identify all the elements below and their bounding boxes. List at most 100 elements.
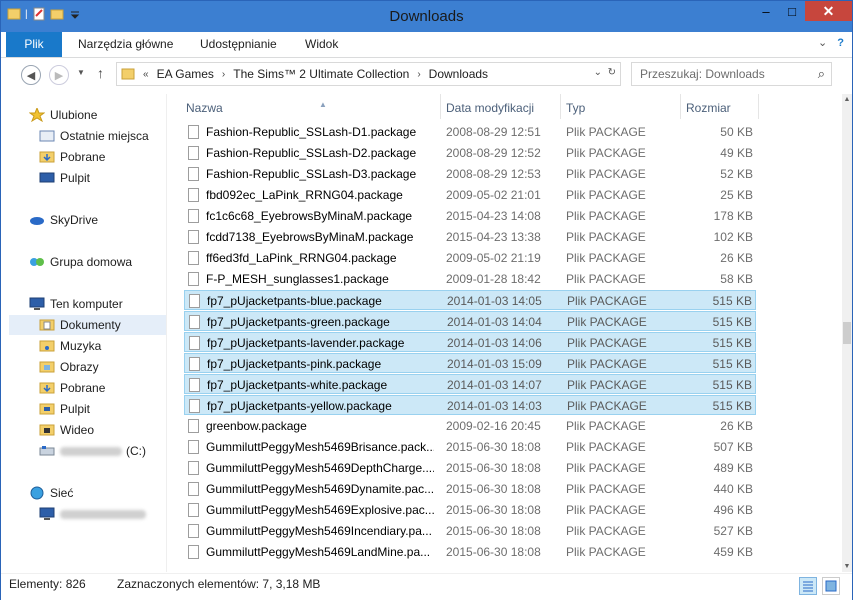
vertical-scrollbar[interactable]: ▲ ▼	[842, 94, 852, 572]
table-row[interactable]: fcdd7138_EyebrowsByMinaM.package 2015-04-…	[184, 227, 756, 247]
breadcrumb-ea-games[interactable]: EA Games	[157, 67, 214, 81]
file-size: 178 KB	[713, 209, 753, 223]
file-size: 26 KB	[720, 419, 753, 433]
search-input[interactable]: Przeszukaj: Downloads ⌕	[631, 62, 832, 86]
nav-music[interactable]: Muzyka	[39, 336, 101, 356]
table-row[interactable]: Fashion-Republic_SSLash-D1.package 2008-0…	[184, 122, 756, 142]
nav-label: Sieć	[50, 486, 74, 500]
table-row[interactable]: fp7_pUjacketpants-lavender.package 2014-0…	[184, 332, 756, 352]
expand-ribbon-button[interactable]: ⌄	[818, 36, 827, 49]
table-row[interactable]: ff6ed3fd_LaPink_RRNG04.package 2009-05-02…	[184, 248, 756, 268]
table-row[interactable]: Fashion-Republic_SSLash-D2.package 2008-0…	[184, 143, 756, 163]
nav-downloads-pc[interactable]: Pobrane	[39, 378, 105, 398]
column-date[interactable]: Data modyfikacji	[441, 94, 561, 119]
recent-locations-icon[interactable]: ▼	[77, 68, 85, 77]
table-row[interactable]: fp7_pUjacketpants-blue.package 2014-01-03…	[184, 290, 756, 310]
file-icon	[188, 461, 199, 475]
file-type: Plik PACKAGE	[566, 440, 646, 454]
maximize-button[interactable]: □	[779, 1, 805, 21]
file-date: 2014-01-03 14:07	[447, 378, 542, 392]
file-name: Fashion-Republic_SSLash-D1.package	[206, 125, 417, 139]
column-name[interactable]: Nazwa ▲	[181, 94, 441, 119]
file-size: 515 KB	[712, 294, 752, 308]
scroll-up-icon[interactable]: ▲	[842, 96, 852, 103]
pictures-folder-icon	[39, 361, 55, 373]
file-name: greenbow.package	[206, 419, 307, 433]
table-row[interactable]: fp7_pUjacketpants-green.package 2014-01-0…	[184, 311, 756, 331]
tab-view[interactable]: Widok	[305, 32, 338, 57]
close-button[interactable]: ✕	[805, 1, 852, 21]
nav-network-computer[interactable]	[39, 504, 146, 524]
breadcrumb-separator-icon[interactable]: ›	[417, 69, 420, 80]
file-type: Plik PACKAGE	[567, 294, 647, 308]
table-row[interactable]: fbd092ec_LaPink_RRNG04.package 2009-05-02…	[184, 185, 756, 205]
table-row[interactable]: greenbow.package 2009-02-16 20:45 Plik PAC…	[184, 416, 756, 436]
forward-button[interactable]: ▶	[49, 65, 69, 85]
table-row[interactable]: fp7_pUjacketpants-white.package 2014-01-0…	[184, 374, 756, 394]
sort-ascending-icon: ▲	[319, 100, 327, 109]
up-button[interactable]: ↑	[97, 65, 104, 81]
table-row[interactable]: GummiluttPeggyMesh5469Explosive.pac... 20…	[184, 500, 756, 520]
search-icon[interactable]: ⌕	[818, 63, 825, 85]
file-date: 2008-08-29 12:51	[446, 125, 541, 139]
file-icon	[188, 440, 199, 454]
table-row[interactable]: GummiluttPeggyMesh5469LandMine.pa... 2015…	[184, 542, 756, 562]
back-button[interactable]: ◀	[21, 65, 41, 85]
nav-label: Ostatnie miejsca	[60, 129, 149, 143]
file-name: fp7_pUjacketpants-lavender.package	[207, 336, 405, 350]
tab-share[interactable]: Udostępnianie	[200, 32, 277, 57]
table-row[interactable]: GummiluttPeggyMesh5469DepthCharge.... 201…	[184, 458, 756, 478]
scroll-thumb[interactable]	[843, 322, 851, 344]
tab-file[interactable]: Plik	[6, 32, 62, 57]
nav-this-pc[interactable]: Ten komputer	[29, 294, 123, 314]
nav-documents[interactable]: Dokumenty	[9, 315, 166, 335]
table-row[interactable]: Fashion-Republic_SSLash-D3.package 2008-0…	[184, 164, 756, 184]
nav-desktop-pc[interactable]: Pulpit	[39, 399, 90, 419]
nav-videos[interactable]: Wideo	[39, 420, 94, 440]
breadcrumb-overflow[interactable]: «	[143, 69, 149, 80]
file-date: 2015-06-30 18:08	[446, 461, 541, 475]
column-size[interactable]: Rozmiar	[681, 94, 759, 119]
table-row[interactable]: GummiluttPeggyMesh5469Dynamite.pac... 201…	[184, 479, 756, 499]
minimize-button[interactable]: –	[753, 1, 779, 21]
tab-home[interactable]: Narzędzia główne	[78, 32, 173, 57]
nav-favorites[interactable]: Ulubione	[29, 105, 97, 125]
nav-recent-places[interactable]: Ostatnie miejsca	[39, 126, 149, 146]
table-row[interactable]: fp7_pUjacketpants-pink.package 2014-01-03…	[184, 353, 756, 373]
breadcrumb-downloads[interactable]: Downloads	[429, 67, 488, 81]
status-bar: Elementy: 826 Zaznaczonych elementów: 7,…	[1, 573, 852, 600]
file-size: 515 KB	[712, 357, 752, 371]
column-type[interactable]: Typ	[561, 94, 681, 119]
selection-info: Zaznaczonych elementów: 7, 3,18 MB	[117, 577, 321, 591]
address-bar[interactable]: « EA Games › The Sims™ 2 Ultimate Collec…	[116, 62, 621, 86]
refresh-button[interactable]: ↻	[608, 67, 616, 78]
help-icon[interactable]: ?	[837, 37, 844, 49]
table-row[interactable]: F-P_MESH_sunglasses1.package 2009-01-28 1…	[184, 269, 756, 289]
file-size: 515 KB	[712, 399, 752, 413]
file-size: 527 KB	[713, 524, 753, 538]
nav-desktop[interactable]: Pulpit	[39, 168, 90, 188]
nav-homegroup[interactable]: Grupa domowa	[29, 252, 132, 272]
table-row[interactable]: GummiluttPeggyMesh5469Brisance.pack... 20…	[184, 437, 756, 457]
file-type: Plik PACKAGE	[567, 357, 647, 371]
nav-network[interactable]: Sieć	[29, 483, 73, 503]
file-size: 515 KB	[712, 336, 752, 350]
file-icon	[188, 524, 199, 538]
breadcrumb-separator-icon[interactable]: ›	[222, 69, 225, 80]
nav-downloads[interactable]: Pobrane	[39, 147, 105, 167]
scroll-down-icon[interactable]: ▼	[842, 563, 852, 570]
cloud-icon	[30, 217, 44, 225]
nav-pictures[interactable]: Obrazy	[39, 357, 99, 377]
table-row[interactable]: fc1c6c68_EyebrowsByMinaM.package 2015-04-…	[184, 206, 756, 226]
nav-skydrive[interactable]: SkyDrive	[29, 210, 98, 230]
table-row[interactable]: fp7_pUjacketpants-yellow.package 2014-01-…	[184, 395, 756, 415]
large-icons-view-button[interactable]	[822, 577, 840, 595]
file-type: Plik PACKAGE	[566, 503, 646, 517]
details-view-button[interactable]	[799, 577, 817, 595]
address-dropdown-button[interactable]: ⌄	[594, 67, 602, 78]
file-icon	[188, 167, 199, 181]
nav-local-disk[interactable]: (C:)	[39, 441, 146, 461]
explorer-window: | Downloads – □ ✕ Plik Narzędzia główne …	[0, 0, 853, 600]
breadcrumb-sims2[interactable]: The Sims™ 2 Ultimate Collection	[233, 67, 409, 81]
table-row[interactable]: GummiluttPeggyMesh5469Incendiary.pa... 20…	[184, 521, 756, 541]
